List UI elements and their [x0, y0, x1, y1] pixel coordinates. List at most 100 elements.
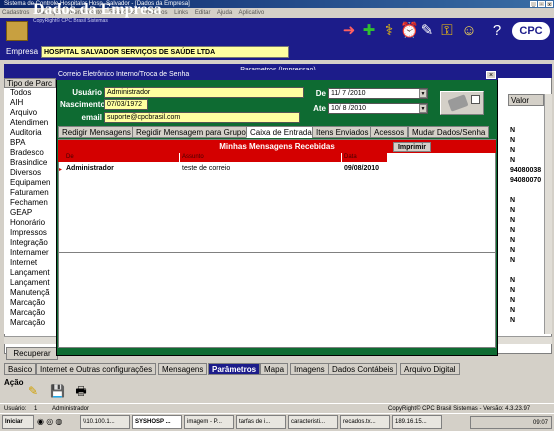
- tipo-item[interactable]: Marcação: [4, 318, 56, 328]
- close-window-button[interactable]: x: [546, 1, 553, 8]
- tipo-item[interactable]: Arquivo: [4, 108, 56, 118]
- tab-dados-contabeis[interactable]: Dados Contábeis: [328, 363, 398, 375]
- edit-icon[interactable]: ✎: [418, 22, 436, 40]
- valor-item: N: [510, 227, 516, 234]
- email-field[interactable]: suporte@cpcbrasil.com: [104, 112, 300, 123]
- tab-mapa[interactable]: Mapa: [260, 363, 289, 375]
- menu-links[interactable]: Links: [174, 10, 188, 16]
- chevron-down-icon[interactable]: ▼: [419, 104, 427, 113]
- tab-arquivo-digital[interactable]: Arquivo Digital: [400, 363, 460, 375]
- tab-imagens[interactable]: Imagens: [290, 363, 329, 375]
- valor-item: [508, 106, 544, 116]
- start-button[interactable]: Iniciar: [2, 415, 34, 429]
- print-icon[interactable]: 🖶: [74, 384, 88, 398]
- back-arrow-icon[interactable]: ➜: [340, 22, 358, 40]
- edit-pencil-icon[interactable]: ✎: [26, 384, 40, 398]
- tipo-item[interactable]: Todos: [4, 88, 56, 98]
- clock-icon[interactable]: ⏰: [400, 22, 419, 40]
- column-assunto[interactable]: Assunto: [180, 153, 342, 162]
- message-from[interactable]: Administrador: [66, 164, 114, 174]
- tab-itens-enviados[interactable]: Itens Enviados: [312, 126, 373, 138]
- message-date[interactable]: 09/08/2010: [344, 164, 379, 174]
- valor-scrollbar[interactable]: [544, 94, 552, 334]
- checkbox[interactable]: [471, 95, 480, 104]
- tipo-column-header[interactable]: Tipo de Parc: [4, 78, 56, 88]
- tipo-item[interactable]: BPA: [4, 138, 56, 148]
- tab-parametros[interactable]: Parâmetros: [208, 363, 261, 375]
- taskbar-item[interactable]: 189.16.15...: [392, 415, 442, 429]
- tipo-item[interactable]: GEAP: [4, 208, 56, 218]
- valor-item: 94080038: [510, 167, 542, 174]
- key-icon[interactable]: ⚿: [438, 22, 456, 40]
- tab-mudar-dados-senha[interactable]: Mudar Dados/Senha: [408, 126, 490, 138]
- tipo-item[interactable]: Manutençã: [4, 288, 56, 298]
- valor-item: N: [510, 247, 516, 254]
- tab-internet[interactable]: Internet e Outras configurações: [36, 363, 157, 375]
- person-icon[interactable]: ☺: [460, 22, 478, 40]
- tab-basico[interactable]: Basico: [4, 363, 37, 375]
- imprimir-button[interactable]: Imprimir: [393, 142, 431, 152]
- add-icon[interactable]: ✚: [360, 22, 378, 40]
- taskbar-item[interactable]: imagem - P...: [184, 415, 234, 429]
- tab-caixa-entrada[interactable]: Caixa de Entrada: [246, 126, 316, 138]
- menu-aplicativo[interactable]: Aplicativo: [239, 10, 265, 16]
- refresh-button[interactable]: [440, 91, 484, 115]
- taskbar-item-active[interactable]: SYSHOSP ...: [132, 415, 182, 429]
- taskbar-item[interactable]: caracteristi...: [288, 415, 338, 429]
- tipo-item[interactable]: Integração: [4, 238, 56, 248]
- tipo-item[interactable]: Auditoria: [4, 128, 56, 138]
- tipo-item[interactable]: Equipamen: [4, 178, 56, 188]
- menu-ajuda[interactable]: Ajuda: [217, 10, 232, 16]
- tipo-item[interactable]: Marcação: [4, 308, 56, 318]
- tipo-item[interactable]: Atendimen: [4, 118, 56, 128]
- tipo-item[interactable]: Lançament: [4, 268, 56, 278]
- tab-redigir-mensagens[interactable]: Redigir Mensagens: [58, 126, 135, 138]
- ate-date-field[interactable]: 10/ 8 /2010: [328, 103, 428, 114]
- caduceus-icon[interactable]: ⚕: [380, 22, 398, 40]
- usuario-label: Usuário: [72, 88, 102, 97]
- tipo-item[interactable]: Brasindice: [4, 158, 56, 168]
- tipo-item[interactable]: Faturamen: [4, 188, 56, 198]
- tipo-item[interactable]: Honorário: [4, 218, 56, 228]
- nascimento-label: Nascimento: [60, 100, 106, 109]
- quick-launch-icons[interactable]: ◉ ◎ ◍: [37, 417, 77, 427]
- maximize-button[interactable]: ▫: [538, 1, 545, 8]
- usuario-status-id: 1: [34, 406, 38, 412]
- dialog-close-button[interactable]: ×: [486, 71, 496, 79]
- menu-cadastros[interactable]: Cadastros: [2, 10, 29, 16]
- empresa-field[interactable]: HOSPITAL SALVADOR SERVIÇOS DE SAÚDE LTDA: [41, 46, 289, 58]
- de-date-field[interactable]: 11/ 7 /2010: [328, 88, 428, 99]
- tipo-item[interactable]: Impressos: [4, 228, 56, 238]
- usuario-field[interactable]: Administrador: [104, 87, 304, 98]
- tab-acessos[interactable]: Acessos: [370, 126, 409, 138]
- message-row[interactable]: [58, 164, 496, 174]
- tipo-item[interactable]: Bradesco: [4, 148, 56, 158]
- message-subject[interactable]: teste de correio: [182, 164, 230, 174]
- help-icon[interactable]: ?: [488, 22, 506, 40]
- valor-item: [508, 186, 544, 196]
- taskbar-item[interactable]: \\10.100.1...: [80, 415, 130, 429]
- valor-item: N: [510, 197, 516, 204]
- column-data[interactable]: Data: [342, 153, 388, 162]
- tipo-item[interactable]: Marcação: [4, 298, 56, 308]
- save-icon[interactable]: 💾: [50, 384, 65, 398]
- valor-item: N: [510, 127, 516, 134]
- tipo-item[interactable]: Internet: [4, 258, 56, 268]
- tab-regidir-grupo[interactable]: Regidir Mensagem para Grupo: [132, 126, 250, 138]
- tipo-item[interactable]: Lançament: [4, 278, 56, 288]
- tipo-item[interactable]: AIH: [4, 98, 56, 108]
- tipo-item[interactable]: Internamer: [4, 248, 56, 258]
- tipo-item[interactable]: Fechamen: [4, 198, 56, 208]
- valor-column-header[interactable]: Valor: [508, 94, 544, 106]
- taskbar-item[interactable]: recados.tx...: [340, 415, 390, 429]
- recuperar-button[interactable]: Recuperar: [6, 347, 58, 360]
- chevron-down-icon[interactable]: ▼: [419, 89, 427, 98]
- tab-mensagens[interactable]: Mensagens: [158, 363, 208, 375]
- column-de[interactable]: De: [64, 153, 180, 162]
- nascimento-field[interactable]: 07/03/1972: [104, 99, 148, 110]
- taskbar-item[interactable]: tarfas de i...: [236, 415, 286, 429]
- row-selected-arrow-icon: ▸: [59, 167, 63, 173]
- tipo-item[interactable]: Diversos: [4, 168, 56, 178]
- menu-editar[interactable]: Editar: [195, 10, 211, 16]
- minimize-button[interactable]: _: [530, 1, 537, 8]
